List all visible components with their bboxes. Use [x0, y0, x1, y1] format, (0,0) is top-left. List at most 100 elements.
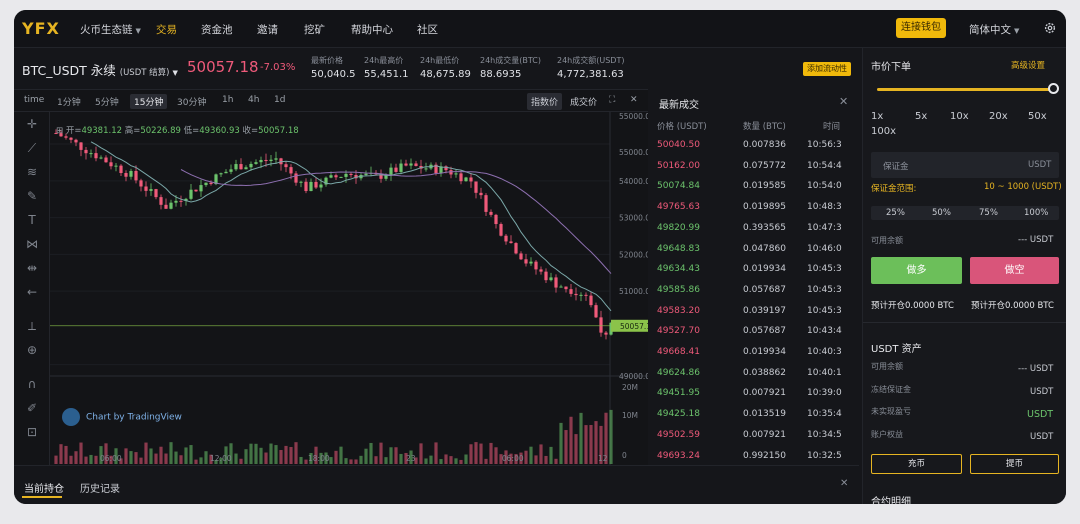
- candle-body: [569, 289, 573, 294]
- tab-positions[interactable]: 当前持仓: [24, 480, 64, 495]
- withdraw-button[interactable]: 提币: [970, 454, 1059, 474]
- advanced-settings-link[interactable]: 高级设置: [1011, 59, 1045, 71]
- index-price-toggle[interactable]: 指数价: [527, 93, 563, 110]
- tf-1m[interactable]: 1分钟: [57, 95, 81, 108]
- deposit-button[interactable]: 充币: [871, 454, 962, 474]
- trade-price-toggle[interactable]: 成交价: [566, 93, 601, 110]
- volume-bar: [354, 459, 358, 464]
- leverage-20x[interactable]: 20x: [989, 111, 1008, 122]
- nav-pool[interactable]: 资金池: [201, 22, 233, 37]
- close-icon[interactable]: ✕: [839, 95, 848, 108]
- nav-chain[interactable]: 火币生态链 ▼: [80, 22, 141, 37]
- back-arrow-icon[interactable]: ←: [24, 284, 40, 300]
- trade-row[interactable]: 49583.20 0.039197 10:45:3: [657, 301, 857, 321]
- leverage-10x[interactable]: 10x: [950, 111, 969, 122]
- trade-row[interactable]: 50074.84 0.019585 10:54:0: [657, 176, 857, 196]
- text-tool-icon[interactable]: T: [24, 212, 40, 228]
- zoom-in-icon[interactable]: ⊕: [24, 342, 40, 358]
- volume-bar: [149, 448, 153, 464]
- symbol-selector[interactable]: BTC_USDT 永续 (USDT 结算) ▼: [22, 60, 178, 79]
- volume-bar: [569, 416, 573, 464]
- candle-body: [249, 163, 253, 168]
- trade-row[interactable]: 49648.83 0.047860 10:46:0: [657, 239, 857, 259]
- trade-row[interactable]: 49820.99 0.393565 10:47:3: [657, 218, 857, 238]
- nav-mining[interactable]: 挖矿: [304, 22, 325, 37]
- margin-input[interactable]: 保证金 USDT: [871, 152, 1059, 178]
- leverage-slider[interactable]: [877, 88, 1053, 91]
- volume-bar: [64, 445, 68, 464]
- candle-body: [164, 204, 168, 209]
- volume-bar: [379, 442, 383, 464]
- trade-row[interactable]: 50162.00 0.075772 10:54:4: [657, 156, 857, 176]
- pct-75[interactable]: 75%: [979, 208, 998, 218]
- trade-row[interactable]: 49668.41 0.019934 10:40:3: [657, 342, 857, 362]
- trade-row[interactable]: 49585.86 0.057687 10:45:3: [657, 280, 857, 300]
- gear-icon[interactable]: [1043, 21, 1057, 35]
- trade-time: 10:40:1: [807, 367, 842, 378]
- candle-body: [84, 149, 88, 154]
- brush-icon[interactable]: ✎: [24, 188, 40, 204]
- fib-tool-icon[interactable]: ≋: [24, 164, 40, 180]
- leverage-1x[interactable]: 1x: [871, 111, 883, 122]
- estimated-short: 预计开仓0.0000 BTC: [971, 301, 1054, 311]
- nav-help[interactable]: 帮助中心: [351, 22, 393, 37]
- leverage-5x[interactable]: 5x: [915, 111, 927, 122]
- tab-history[interactable]: 历史记录: [80, 480, 120, 495]
- tf-15m[interactable]: 15分钟: [130, 94, 168, 109]
- nav-trade[interactable]: 交易: [156, 22, 177, 37]
- trend-line-icon[interactable]: ⟋: [24, 140, 40, 156]
- trade-row[interactable]: 49502.59 0.007921 10:34:5: [657, 425, 857, 445]
- leverage-slider-handle[interactable]: [1048, 83, 1059, 94]
- tf-1d[interactable]: 1d: [274, 95, 285, 105]
- language-select[interactable]: 简体中文 ▼: [969, 22, 1019, 37]
- trade-row[interactable]: 49451.95 0.007921 10:39:0: [657, 383, 857, 403]
- crosshair-icon[interactable]: ✛: [24, 116, 40, 132]
- volume-bar: [139, 457, 143, 464]
- tf-1h[interactable]: 1h: [222, 95, 233, 105]
- long-button[interactable]: 做多: [871, 257, 962, 284]
- magnet-icon[interactable]: ∩: [24, 376, 40, 392]
- trade-row[interactable]: 49765.63 0.019895 10:48:3: [657, 197, 857, 217]
- connect-wallet-button[interactable]: 连接钱包: [896, 18, 946, 38]
- pattern-icon[interactable]: ⋈: [24, 236, 40, 252]
- trade-qty: 0.039197: [743, 305, 786, 316]
- close-icon[interactable]: ✕: [626, 93, 642, 107]
- close-icon[interactable]: ✕: [840, 478, 848, 489]
- tf-time[interactable]: time: [24, 95, 44, 105]
- trade-row[interactable]: 50040.50 0.007836 10:56:3: [657, 135, 857, 155]
- tf-4h[interactable]: 4h: [248, 95, 259, 105]
- nav-community[interactable]: 社区: [417, 22, 438, 37]
- volume-bar: [459, 459, 463, 464]
- volume-bar: [124, 448, 128, 464]
- add-liquidity-button[interactable]: 添加流动性: [803, 62, 851, 76]
- trade-qty: 0.019585: [743, 181, 786, 192]
- volume-bar: [429, 455, 433, 464]
- trade-row[interactable]: 49425.18 0.013519 10:35:4: [657, 404, 857, 424]
- lock-draw-icon[interactable]: ✐: [24, 400, 40, 416]
- short-button[interactable]: 做空: [970, 257, 1059, 284]
- pct-25[interactable]: 25%: [886, 208, 905, 218]
- candle-body: [579, 294, 583, 296]
- tf-5m[interactable]: 5分钟: [95, 95, 119, 108]
- candle-body: [299, 181, 303, 183]
- trade-row[interactable]: 49527.70 0.057687 10:43:4: [657, 321, 857, 341]
- pct-50[interactable]: 50%: [932, 208, 951, 218]
- nav-invite[interactable]: 邀请: [257, 22, 278, 37]
- candle-body: [209, 182, 213, 185]
- lock-icon[interactable]: ⊡: [24, 424, 40, 440]
- pct-100[interactable]: 100%: [1024, 208, 1048, 218]
- trade-qty: 0.393565: [743, 222, 786, 233]
- trade-row[interactable]: 49693.24 0.992150 10:32:5: [657, 446, 857, 466]
- fullscreen-icon[interactable]: ⛶: [605, 93, 619, 107]
- brand-logo[interactable]: YFX: [22, 19, 60, 38]
- candle-body: [284, 164, 288, 168]
- tradingview-credit[interactable]: Chart by TradingView: [62, 408, 182, 426]
- tf-30m[interactable]: 30分钟: [177, 95, 206, 108]
- leverage-50x[interactable]: 50x: [1028, 111, 1047, 122]
- leverage-100x[interactable]: 100x: [871, 126, 896, 137]
- trade-row[interactable]: 49624.86 0.038862 10:40:1: [657, 363, 857, 383]
- ruler-icon[interactable]: ⟂: [24, 318, 40, 334]
- candle-body: [74, 139, 78, 143]
- trade-row[interactable]: 49634.43 0.019934 10:45:3: [657, 259, 857, 279]
- measure-icon[interactable]: ⇹: [24, 260, 40, 276]
